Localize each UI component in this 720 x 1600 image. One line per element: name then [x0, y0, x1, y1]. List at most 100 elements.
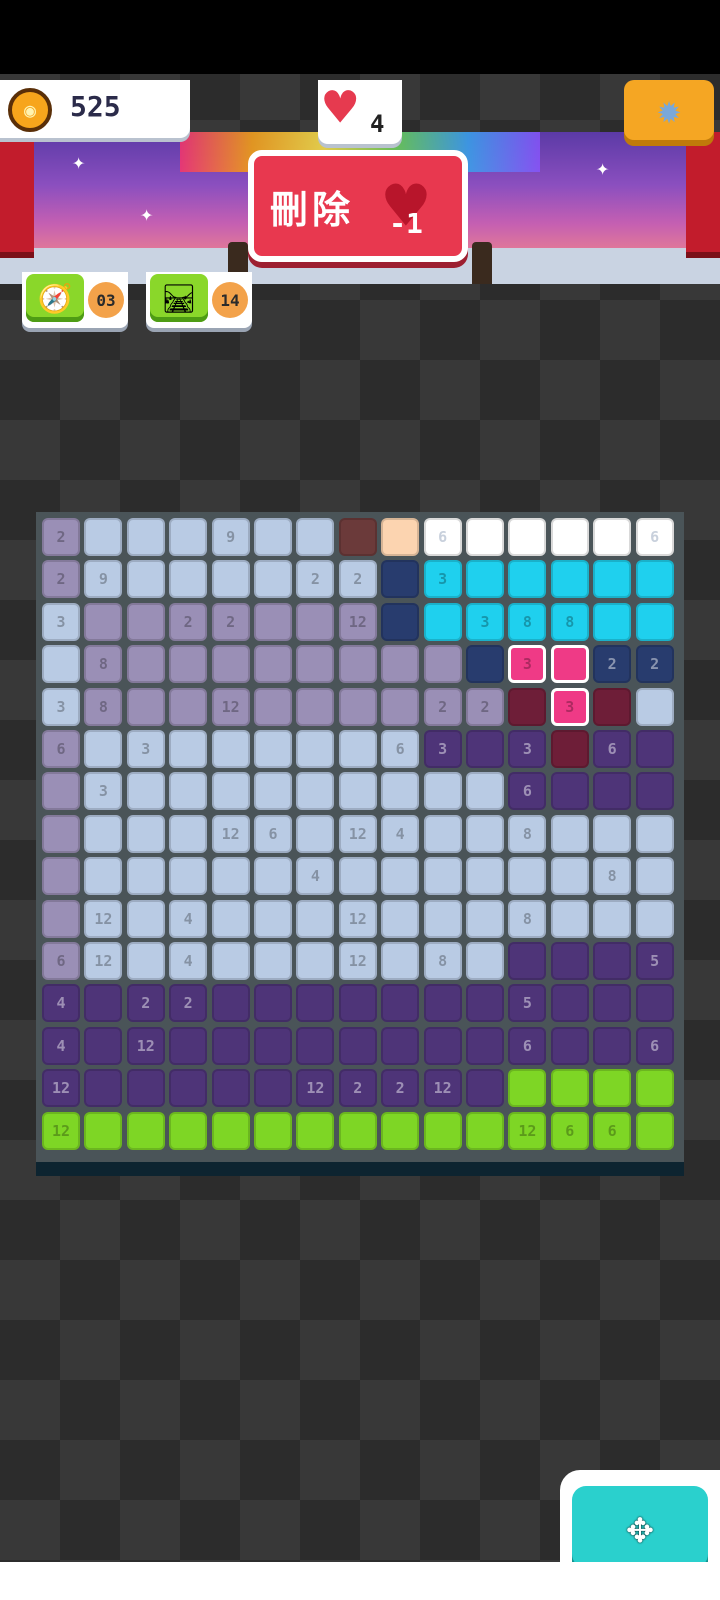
- grid-cell[interactable]: [466, 560, 504, 599]
- grid-cell[interactable]: 6: [42, 942, 80, 980]
- grid-cell[interactable]: [296, 814, 335, 853]
- grid-cell[interactable]: [254, 730, 292, 768]
- grid-cell[interactable]: 4: [42, 1026, 80, 1065]
- grid-cell[interactable]: [296, 772, 335, 811]
- grid-cell[interactable]: 12: [338, 899, 377, 938]
- grid-cell[interactable]: [550, 1026, 589, 1065]
- grid-cell[interactable]: [169, 518, 208, 556]
- grid-cell[interactable]: [635, 560, 674, 599]
- grid-cell[interactable]: [296, 942, 335, 980]
- grid-cell[interactable]: 3: [84, 772, 123, 811]
- grid-cell[interactable]: [296, 1111, 335, 1150]
- grid-cell[interactable]: 6: [635, 1026, 674, 1065]
- grid-cell[interactable]: [550, 942, 589, 980]
- grid-cell[interactable]: [423, 899, 462, 938]
- grid-cell[interactable]: [254, 687, 292, 726]
- grid-cell[interactable]: [381, 942, 420, 980]
- grid-cell[interactable]: [593, 899, 632, 938]
- grid-cell[interactable]: [466, 518, 504, 556]
- grid-cell[interactable]: 3: [126, 730, 165, 768]
- grid-cell[interactable]: [254, 602, 292, 641]
- grid-cell[interactable]: [338, 1026, 377, 1065]
- grid-cell[interactable]: [635, 984, 674, 1023]
- grid-cell[interactable]: 6: [254, 814, 292, 853]
- grid-cell[interactable]: 12: [211, 814, 250, 853]
- grid-cell[interactable]: [296, 518, 335, 556]
- grid-cell[interactable]: [42, 899, 80, 938]
- grid-cell[interactable]: [126, 518, 165, 556]
- grid-cell[interactable]: [126, 645, 165, 684]
- grid-cell[interactable]: [169, 687, 208, 726]
- grid-cell[interactable]: [126, 942, 165, 980]
- grid-cell[interactable]: 2: [169, 984, 208, 1023]
- grid-cell[interactable]: 2: [635, 645, 674, 684]
- grid-cell[interactable]: 6: [508, 772, 547, 811]
- grid-cell[interactable]: [126, 899, 165, 938]
- grid-cell[interactable]: 12: [126, 1026, 165, 1065]
- grid-cell[interactable]: 12: [338, 602, 377, 641]
- delete-button[interactable]: 刪除 ♥ -1: [248, 150, 468, 262]
- grid-cell[interactable]: [423, 1026, 462, 1065]
- grid-cell[interactable]: [550, 899, 589, 938]
- grid-cell[interactable]: 6: [508, 1026, 547, 1065]
- grid-cell[interactable]: [381, 518, 420, 556]
- grid-cell[interactable]: [84, 602, 123, 641]
- grid-cell[interactable]: 3: [508, 645, 547, 684]
- grid-cell[interactable]: [550, 730, 589, 768]
- grid-cell[interactable]: [338, 984, 377, 1023]
- grid-cell[interactable]: [635, 687, 674, 726]
- grid-cell[interactable]: [381, 1026, 420, 1065]
- grid-cell[interactable]: 4: [296, 857, 335, 896]
- grid-cell[interactable]: [296, 1026, 335, 1065]
- grid-cell[interactable]: [169, 1026, 208, 1065]
- grid-cell[interactable]: [126, 560, 165, 599]
- grid-cell[interactable]: [423, 645, 462, 684]
- grid-cell[interactable]: 8: [508, 899, 547, 938]
- grid-cell[interactable]: [466, 942, 504, 980]
- grid-cell[interactable]: [593, 602, 632, 641]
- move-button[interactable]: ✥: [572, 1486, 708, 1568]
- grid-cell[interactable]: [211, 730, 250, 768]
- grid-cell[interactable]: [635, 857, 674, 896]
- grid-cell[interactable]: [466, 1111, 504, 1150]
- grid-cell[interactable]: [42, 772, 80, 811]
- grid-cell[interactable]: 2: [338, 560, 377, 599]
- grid-cell[interactable]: [126, 857, 165, 896]
- grid-cell[interactable]: [84, 1026, 123, 1065]
- grid-cell[interactable]: [254, 1069, 292, 1108]
- grid-cell[interactable]: [211, 857, 250, 896]
- grid-cell[interactable]: [508, 687, 547, 726]
- grid-cell[interactable]: [635, 1069, 674, 1108]
- grid-cell[interactable]: [381, 645, 420, 684]
- grid-cell[interactable]: 6: [42, 730, 80, 768]
- grid-cell[interactable]: [466, 899, 504, 938]
- grid-cell[interactable]: [84, 857, 123, 896]
- grid-cell[interactable]: 6: [381, 730, 420, 768]
- grid-cell[interactable]: [211, 1069, 250, 1108]
- grid-cell[interactable]: [593, 942, 632, 980]
- grid-cell[interactable]: [381, 772, 420, 811]
- grid-cell[interactable]: [211, 645, 250, 684]
- grid-cell[interactable]: [423, 1111, 462, 1150]
- grid-cell[interactable]: [211, 560, 250, 599]
- grid-cell[interactable]: [593, 518, 632, 556]
- grid-cell[interactable]: 8: [84, 687, 123, 726]
- grid-cell[interactable]: [126, 814, 165, 853]
- grid-cell[interactable]: [169, 772, 208, 811]
- grid-cell[interactable]: [466, 730, 504, 768]
- grid-cell[interactable]: [296, 730, 335, 768]
- grid-cell[interactable]: [169, 730, 208, 768]
- grid-cell[interactable]: [381, 1111, 420, 1150]
- grid-cell[interactable]: [84, 518, 123, 556]
- grid-cell[interactable]: [381, 602, 420, 641]
- grid-cell[interactable]: 12: [508, 1111, 547, 1150]
- grid-cell[interactable]: [296, 984, 335, 1023]
- grid-cell[interactable]: [550, 984, 589, 1023]
- grid-cell[interactable]: 9: [211, 518, 250, 556]
- powerup-compass[interactable]: 🧭 03: [22, 272, 128, 328]
- grid-cell[interactable]: [338, 772, 377, 811]
- grid-cell[interactable]: [338, 518, 377, 556]
- grid-cell[interactable]: [423, 602, 462, 641]
- grid-cell[interactable]: [211, 772, 250, 811]
- grid-cell[interactable]: 12: [296, 1069, 335, 1108]
